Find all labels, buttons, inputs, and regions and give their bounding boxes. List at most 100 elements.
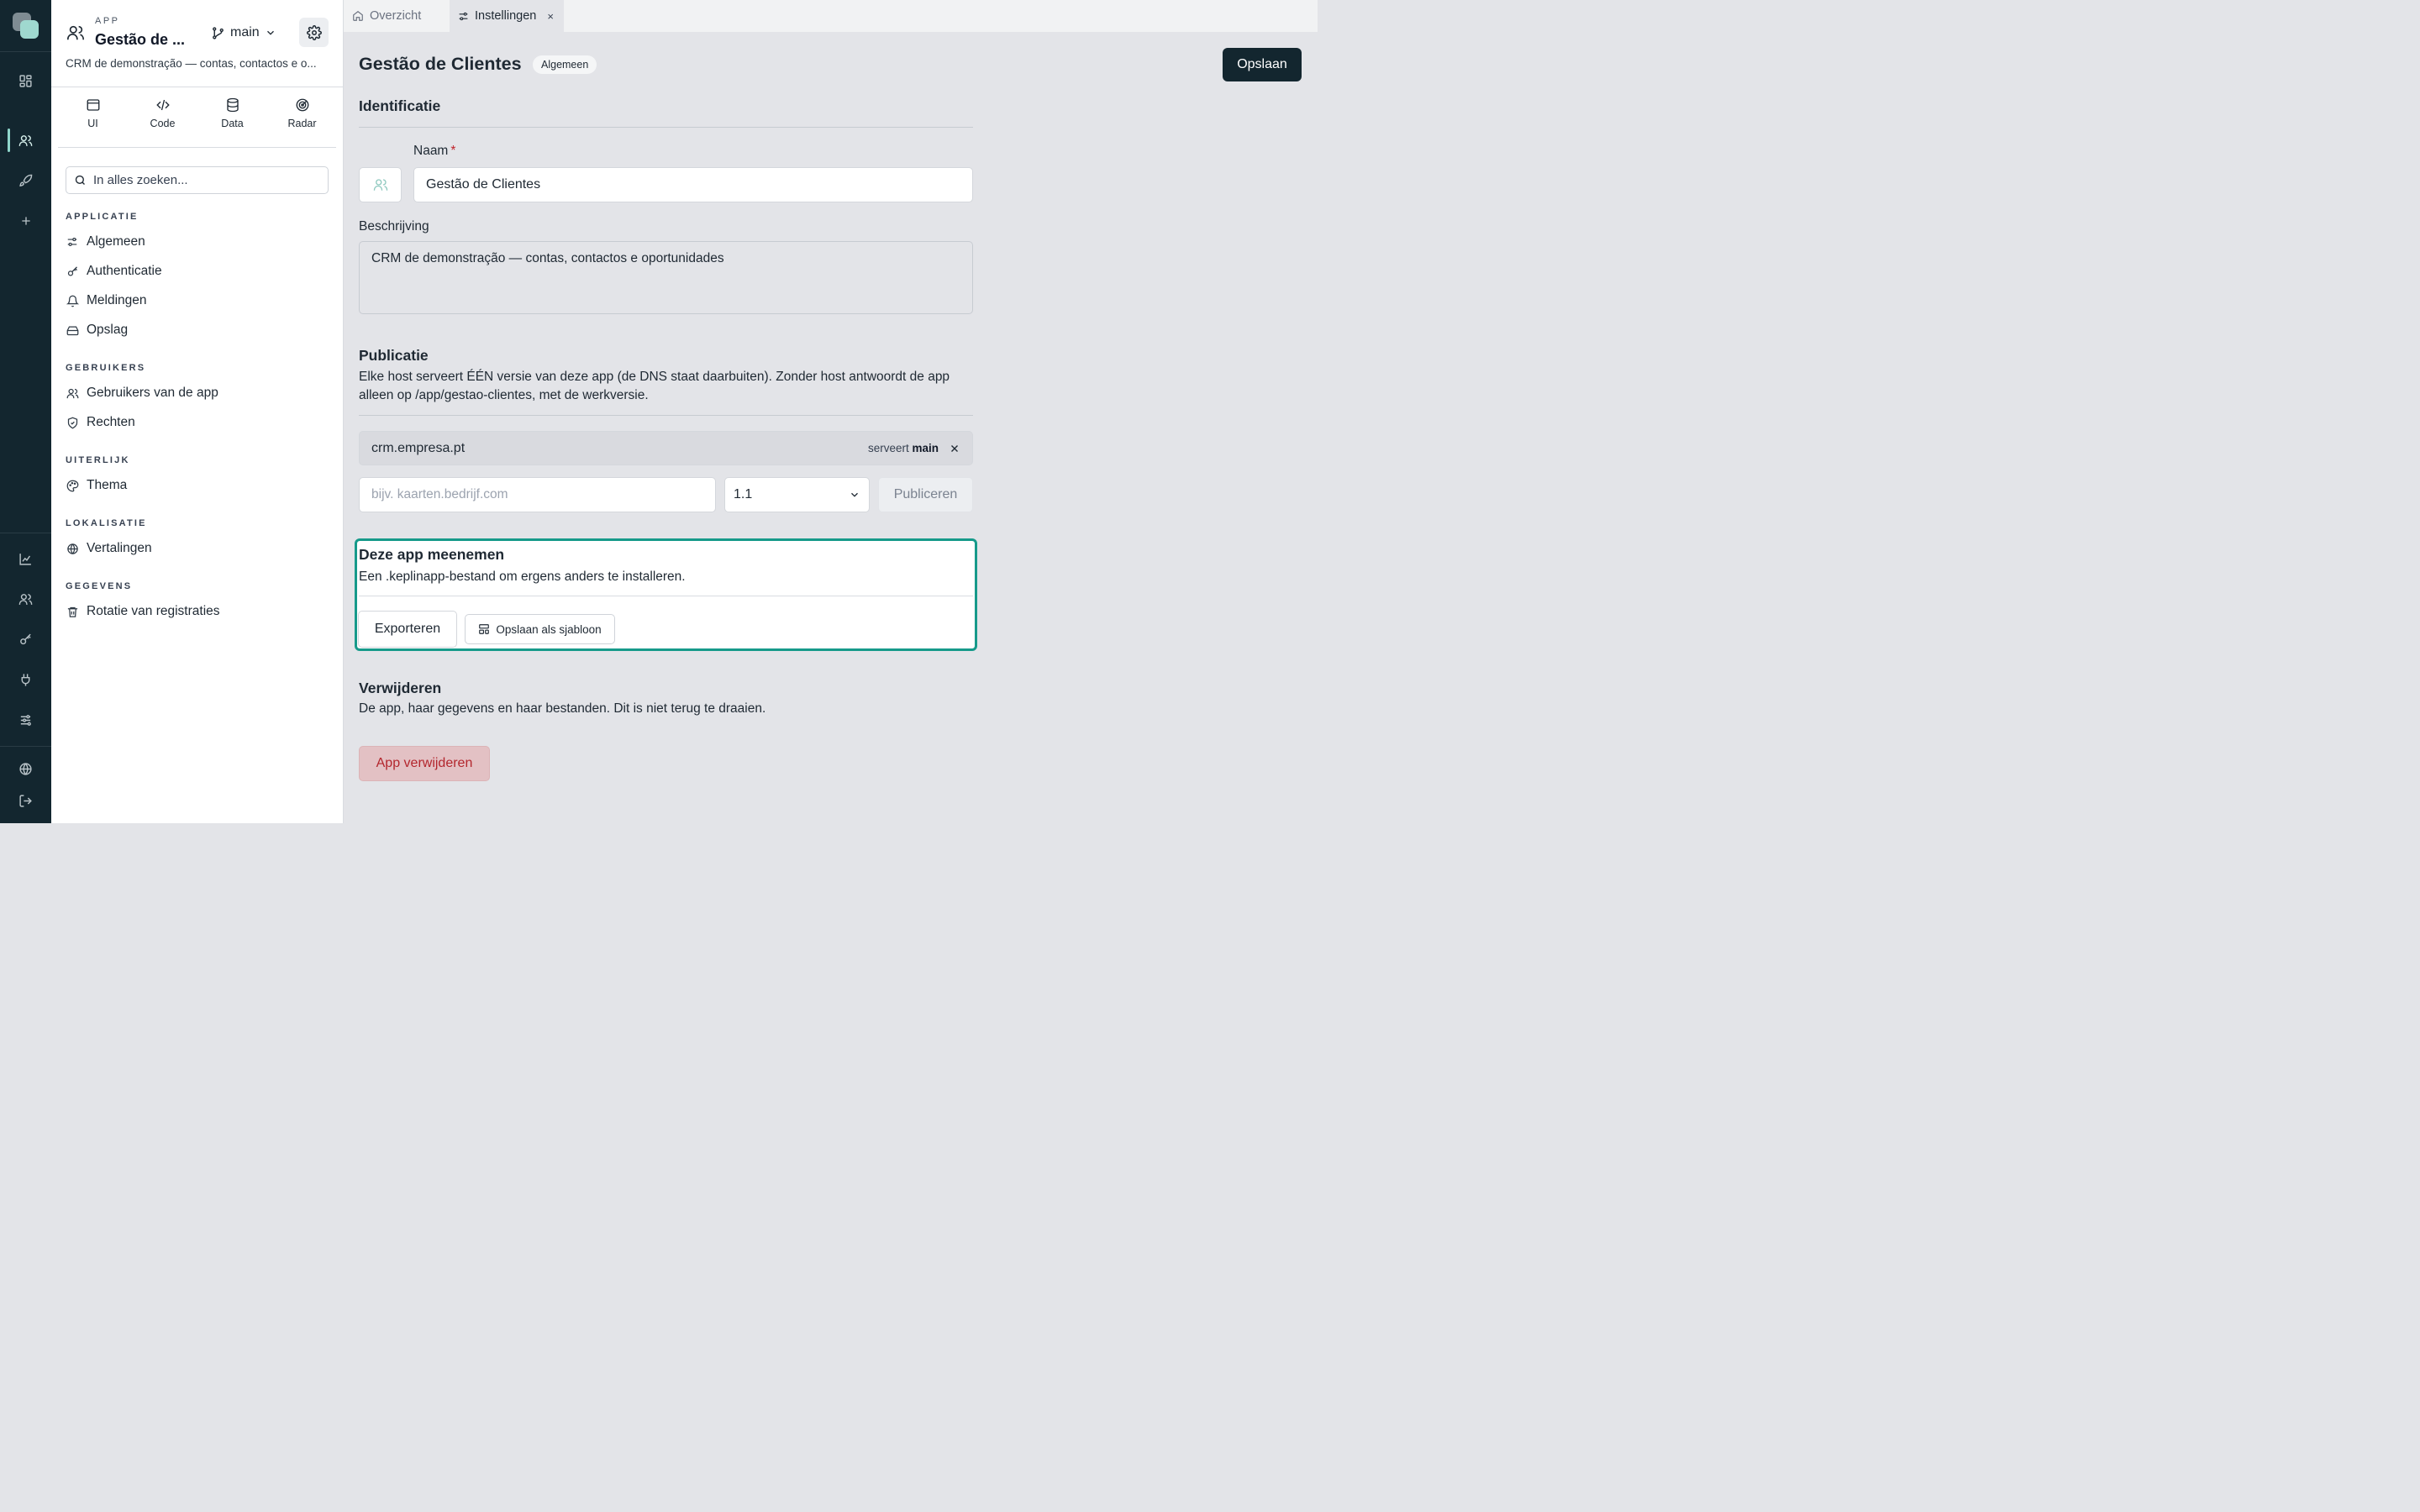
trash-icon	[66, 606, 79, 618]
logo-icon[interactable]	[13, 13, 39, 39]
host-input[interactable]	[359, 477, 716, 512]
save-as-template-label: Opslaan als sjabloon	[496, 622, 602, 636]
name-label: Naam *	[413, 144, 456, 158]
git-branch-icon	[211, 26, 225, 40]
required-mark: *	[450, 144, 456, 158]
key-icon[interactable]	[0, 622, 51, 656]
app-users-icon	[66, 24, 85, 42]
sidebar-item-rotatie[interactable]: Rotatie van registraties	[66, 601, 220, 622]
dashboard-icon[interactable]	[0, 64, 51, 97]
globe-icon[interactable]	[0, 752, 51, 785]
tab-label: Overzicht	[370, 9, 422, 23]
section-identificatie-heading: Identificatie	[359, 97, 441, 114]
sidebar-item-label: Authenticatie	[87, 264, 162, 278]
app-icon-picker[interactable]	[359, 167, 402, 202]
tab-bar: Overzicht Instellingen ×	[344, 0, 1318, 32]
logout-icon[interactable]	[0, 784, 51, 817]
sidebar-item-label: Opslag	[87, 323, 129, 337]
sidebar-divider	[58, 147, 336, 148]
plug-icon[interactable]	[0, 663, 51, 696]
delete-app-button[interactable]: App verwijderen	[359, 746, 490, 781]
sidebar-item-label: Vertalingen	[87, 541, 152, 555]
description-label: Beschrijving	[359, 219, 429, 234]
host-serves: serveert main	[867, 442, 939, 454]
code-icon	[155, 97, 171, 113]
sidebar-item-gebruikers-app[interactable]: Gebruikers van de app	[66, 382, 218, 404]
save-button[interactable]: Opslaan	[1223, 48, 1302, 81]
settings-sliders-icon	[458, 11, 469, 22]
branch-selector[interactable]: main	[211, 22, 276, 44]
app-title: Gestão de ...	[95, 31, 186, 48]
sidebar-item-label: Gebruikers van de app	[87, 386, 218, 400]
sidebar: APP Gestão de ... main CRM de demonstraç…	[51, 0, 344, 823]
sidebar-item-meldingen[interactable]: Meldingen	[66, 290, 147, 312]
sidebar-item-rechten[interactable]: Rechten	[66, 412, 135, 433]
tool-radar[interactable]: Radar	[267, 97, 337, 139]
settings-sliders-icon	[66, 236, 79, 248]
users-icon[interactable]	[0, 582, 51, 616]
sidebar-item-label: Meldingen	[87, 293, 147, 307]
chevron-down-icon	[849, 489, 860, 501]
section-divider	[359, 127, 973, 128]
sidebar-item-label: Algemeen	[87, 234, 145, 249]
search-box	[66, 166, 329, 194]
tool-radar-label: Radar	[287, 118, 317, 129]
sidebar-item-label: Thema	[87, 478, 128, 492]
sidebar-item-vertalingen[interactable]: Vertalingen	[66, 538, 152, 559]
home-icon	[352, 10, 364, 22]
plus-icon[interactable]	[0, 204, 51, 238]
settings-page: Gestão de Clientes Algemeen Opslaan Iden…	[344, 32, 1318, 823]
tab-overzicht[interactable]: Overzicht	[344, 0, 449, 32]
export-button[interactable]: Exporteren	[358, 611, 457, 648]
tool-ui-label: UI	[87, 118, 98, 129]
section-applicatie: APPLICATIE	[66, 212, 139, 222]
app-kicker: APP	[95, 16, 120, 26]
tool-code-label: Code	[150, 118, 176, 129]
verwijderen-description: De app, haar gegevens en haar bestanden.…	[359, 701, 766, 716]
remove-host-icon[interactable]	[949, 443, 960, 454]
branch-name: main	[230, 25, 260, 39]
tab-label: Instellingen	[475, 9, 537, 23]
sidebar-item-opslag[interactable]: Opslag	[66, 319, 128, 341]
sidebar-item-algemeen[interactable]: Algemeen	[66, 231, 145, 253]
section-uiterlijk: UITERLIJK	[66, 455, 130, 465]
version-value: 1.1	[734, 487, 753, 501]
rocket-icon[interactable]	[0, 164, 51, 197]
section-divider	[359, 415, 973, 416]
icon-rail	[0, 0, 51, 823]
app-settings-button[interactable]	[299, 18, 329, 47]
tool-code[interactable]: Code	[128, 97, 197, 139]
host-row: crm.empresa.pt serveert main	[359, 431, 973, 465]
hard-drive-icon	[66, 324, 79, 337]
apps-users-icon[interactable]	[0, 123, 51, 157]
host-name: crm.empresa.pt	[371, 440, 466, 455]
save-as-template-button[interactable]: Opslaan als sjabloon	[465, 614, 615, 644]
tool-ui[interactable]: UI	[58, 97, 128, 139]
version-select[interactable]: 1.1	[724, 477, 870, 512]
shield-check-icon	[66, 417, 79, 429]
description-field[interactable]: CRM de demonstração — contas, contactos …	[359, 241, 973, 314]
bell-icon	[66, 295, 79, 307]
sidebar-item-label: Rotatie van registraties	[87, 604, 220, 618]
window-icon	[86, 97, 101, 113]
globe-icon	[66, 543, 79, 555]
rail-divider	[0, 746, 51, 747]
tab-close-icon[interactable]: ×	[547, 10, 554, 23]
users-icon	[373, 177, 388, 192]
app-description: CRM de demonstração — contas, contactos …	[66, 57, 317, 70]
export-card: Deze app meenemen Een .keplinapp-bestand…	[355, 538, 977, 651]
analytics-icon[interactable]	[0, 542, 51, 575]
search-input[interactable]	[93, 173, 312, 187]
rail-divider	[0, 51, 51, 52]
name-field[interactable]	[413, 167, 973, 202]
tool-data-label: Data	[221, 118, 244, 129]
gear-icon	[306, 24, 322, 40]
tab-instellingen[interactable]: Instellingen ×	[450, 0, 564, 32]
sliders-icon[interactable]	[0, 703, 51, 737]
tool-data[interactable]: Data	[197, 97, 267, 139]
page-title: Gestão de Clientes	[359, 54, 522, 74]
radar-icon	[295, 97, 310, 113]
sidebar-item-thema[interactable]: Thema	[66, 475, 127, 496]
sidebar-item-authenticatie[interactable]: Authenticatie	[66, 260, 162, 282]
publish-button[interactable]: Publiceren	[878, 477, 973, 512]
